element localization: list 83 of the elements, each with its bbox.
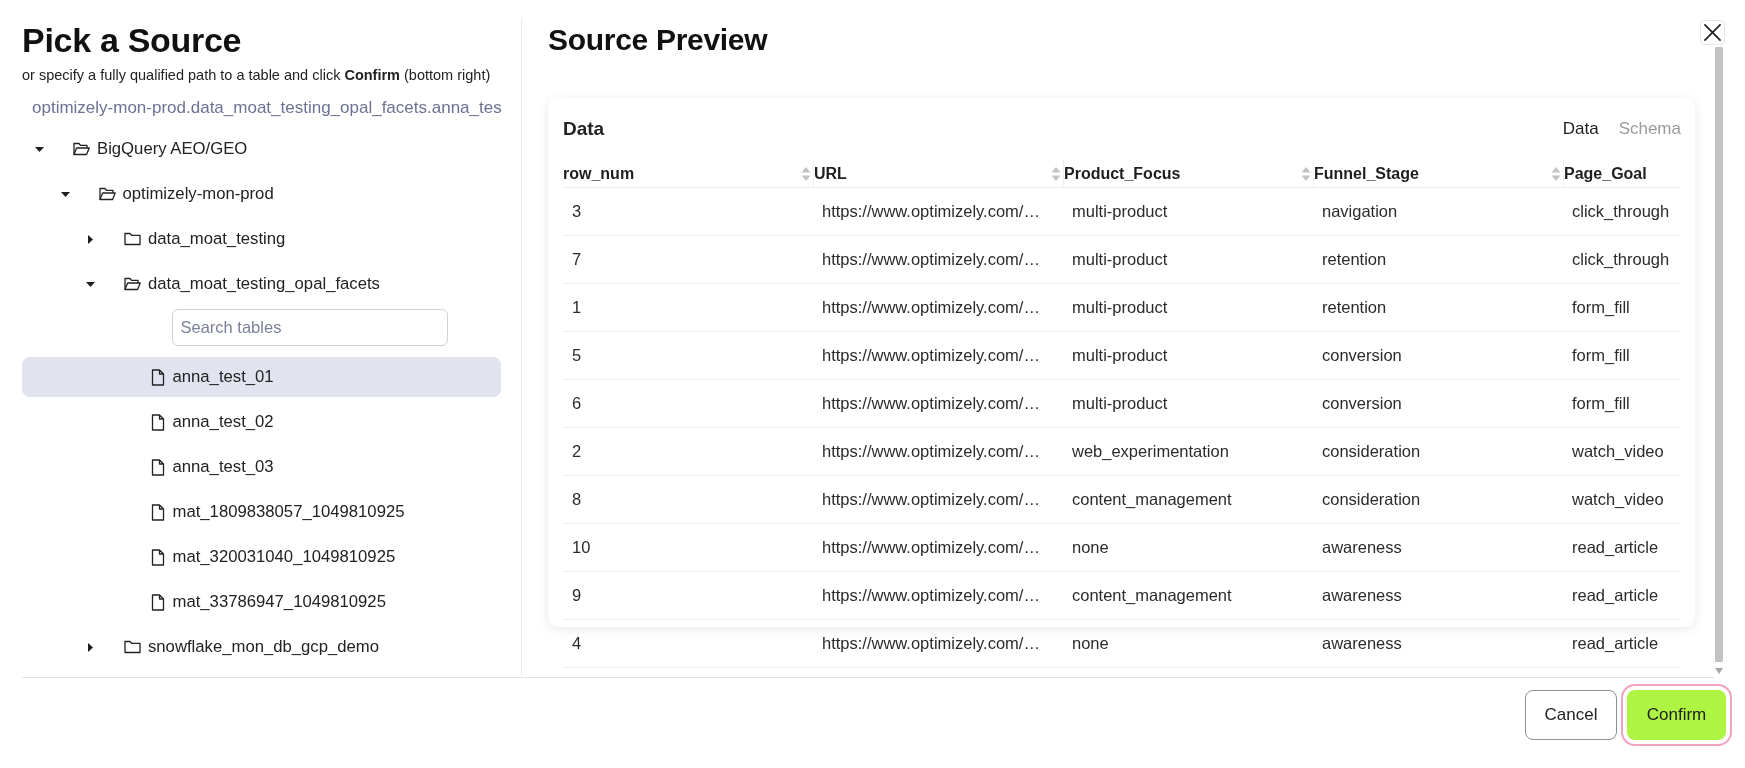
table-cell-text: form_fill: [1571, 345, 1631, 366]
table-cell-text: retention: [1321, 297, 1388, 318]
caret-down-icon[interactable]: [35, 146, 44, 152]
file-icon: [150, 413, 165, 431]
open-folder-icon: [124, 277, 141, 291]
close-icon: [1703, 23, 1722, 42]
column-header[interactable]: Funnel_Stage: [1313, 160, 1563, 187]
table-cell-text: navigation: [1321, 201, 1399, 222]
tree-item[interactable]: anna_test_01: [22, 357, 501, 397]
table-cell-text: https://www.optimizely.com/…: [821, 201, 1041, 222]
table-cell-text: https://www.optimizely.com/…: [821, 537, 1041, 558]
table-cell-text: conversion: [1321, 345, 1403, 366]
table-cell-text: https://www.optimizely.com/…: [821, 585, 1041, 606]
table-cell-text: content_management: [1071, 489, 1233, 510]
table-cell-text: retention: [1321, 249, 1388, 270]
table-cell-text: click_through: [1571, 249, 1671, 270]
file-icon: [150, 593, 165, 611]
close-button[interactable]: [1700, 20, 1725, 45]
table-cell-text: 9: [571, 585, 583, 606]
table-cell-text: awareness: [1321, 633, 1403, 654]
file-icon: [150, 368, 165, 386]
instruction-text: or specify a fully qualified path to a table and click Confirm (bottom right): [22, 66, 491, 84]
scrollbar-thumb[interactable]: [1715, 47, 1723, 662]
table-cell-text: read_article: [1571, 633, 1660, 654]
tab[interactable]: Data: [1562, 119, 1599, 139]
column-header[interactable]: URL: [813, 160, 1063, 187]
column-header[interactable]: row_num: [563, 160, 813, 187]
column-header[interactable]: Product_Focus: [1063, 160, 1313, 187]
folder-icon: [124, 232, 141, 246]
open-folder-icon: [73, 142, 90, 156]
cancel-button[interactable]: Cancel: [1525, 690, 1617, 740]
table-cell-text: read_article: [1571, 537, 1660, 558]
caret-right-icon[interactable]: [88, 642, 93, 652]
table-cell-text: consideration: [1321, 441, 1422, 462]
table-cell-text: multi-product: [1071, 249, 1169, 270]
table-cell-text: multi-product: [1071, 201, 1169, 222]
table-cell-text: https://www.optimizely.com/…: [821, 489, 1041, 510]
file-icon: [150, 458, 165, 476]
table-cell-text: 8: [571, 489, 583, 510]
file-icon: [150, 548, 165, 566]
table-cell-text: 6: [571, 393, 583, 414]
caret-down-icon[interactable]: [60, 191, 70, 197]
table-cell-text: conversion: [1321, 393, 1403, 414]
path-field[interactable]: optimizely-mon-prod.data_moat_testing_opal_facets.anna_tes: [32, 98, 502, 118]
table-cell-text: web_experimentation: [1071, 441, 1230, 462]
caret-right-icon[interactable]: [88, 234, 93, 244]
table-cell-text: watch_video: [1571, 441, 1665, 462]
table-cell-text: 3: [571, 201, 583, 222]
table-cell-text: multi-product: [1071, 393, 1169, 414]
table-cell-text: form_fill: [1571, 297, 1631, 318]
table-cell-text: https://www.optimizely.com/…: [821, 345, 1041, 366]
table-cell-text: https://www.optimizely.com/…: [821, 441, 1041, 462]
table-cell-text: https://www.optimizely.com/…: [821, 633, 1041, 654]
table-cell-text: consideration: [1321, 489, 1422, 510]
table-cell-text: watch_video: [1571, 489, 1665, 510]
table-cell-text: 7: [571, 249, 583, 270]
table-cell-text: 5: [571, 345, 583, 366]
table-cell-text: https://www.optimizely.com/…: [821, 249, 1041, 270]
table-cell-text: click_through: [1571, 201, 1671, 222]
table-cell-text: 4: [571, 633, 583, 654]
table-cell-text: content_management: [1071, 585, 1233, 606]
table-cell-text: https://www.optimizely.com/…: [821, 393, 1041, 414]
preview-title: Source Preview: [548, 22, 768, 58]
column-header[interactable]: Page_Goal: [1563, 160, 1681, 187]
table-cell-text: 1: [571, 297, 583, 318]
table-cell-text: multi-product: [1071, 297, 1169, 318]
card-title: Data: [563, 118, 605, 140]
table-cell-text: 2: [571, 441, 583, 462]
file-icon: [150, 503, 165, 521]
table-cell-text: none: [1071, 537, 1110, 558]
table-cell-text: awareness: [1321, 537, 1403, 558]
folder-icon: [124, 640, 141, 654]
table-cell-text: form_fill: [1571, 393, 1631, 414]
caret-down-icon[interactable]: [86, 281, 95, 287]
table-cell-text: none: [1071, 633, 1110, 654]
table-cell-text: read_article: [1571, 585, 1660, 606]
search-field[interactable]: Search tables: [171, 309, 448, 346]
table-cell-text: https://www.optimizely.com/…: [821, 297, 1041, 318]
dialog-title: Pick a Source: [22, 20, 242, 60]
table-cell-text: multi-product: [1071, 345, 1169, 366]
open-folder-icon: [98, 187, 116, 201]
table-cell-text: 10: [571, 537, 592, 558]
table-cell-text: awareness: [1321, 585, 1403, 606]
